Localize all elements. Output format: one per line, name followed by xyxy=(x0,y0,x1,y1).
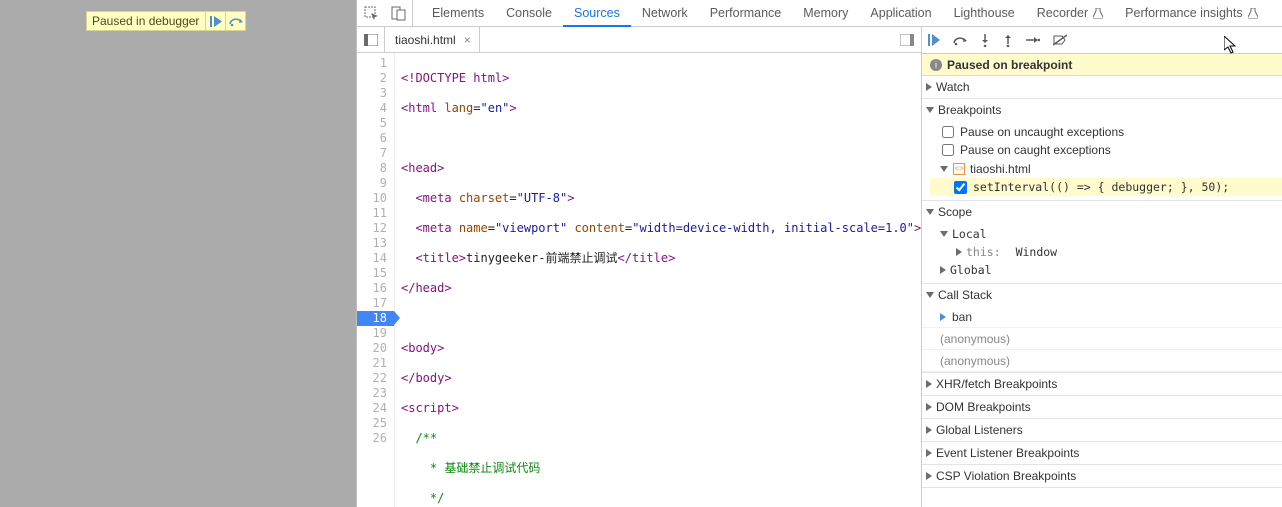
callstack-frame-2[interactable]: (anonymous) xyxy=(922,350,1282,372)
section-xhr[interactable]: XHR/fetch Breakpoints xyxy=(922,373,1282,395)
paused-banner-text: Paused on breakpoint xyxy=(947,58,1072,72)
bp-file-row[interactable]: <>tiaoshi.html xyxy=(930,159,1282,178)
tab-performance[interactable]: Performance xyxy=(699,0,793,26)
callstack-frame-1[interactable]: (anonymous) xyxy=(922,328,1282,350)
file-tab-label: tiaoshi.html xyxy=(395,33,456,47)
paused-banner: i Paused on breakpoint xyxy=(922,54,1282,76)
info-icon: i xyxy=(930,59,942,71)
tab-recorder[interactable]: Recorder xyxy=(1026,0,1114,26)
file-tabbar: tiaoshi.html × xyxy=(357,27,921,53)
paused-in-debugger-overlay: Paused in debugger xyxy=(86,11,246,31)
pause-caught-checkbox[interactable]: Pause on caught exceptions xyxy=(930,141,1282,159)
inspect-element-icon[interactable] xyxy=(357,0,385,26)
navigator-toggle-icon[interactable] xyxy=(357,27,385,52)
debugger-side-panel: i Paused on breakpoint Watch Breakpoints… xyxy=(922,27,1282,507)
code-lines[interactable]: <!DOCTYPE html> <html lang="en"> <head> … xyxy=(395,53,921,507)
scope-local[interactable]: Local xyxy=(922,225,1282,243)
section-global-listeners[interactable]: Global Listeners xyxy=(922,419,1282,441)
section-event-listener[interactable]: Event Listener Breakpoints xyxy=(922,442,1282,464)
debugger-toolbar xyxy=(922,27,1282,54)
callstack-frame-0[interactable]: ban xyxy=(922,306,1282,328)
tab-application[interactable]: Application xyxy=(859,0,942,26)
devtools-main: tiaoshi.html × 1234567891011121314151617… xyxy=(357,27,1282,507)
file-tab-tiaoshi[interactable]: tiaoshi.html × xyxy=(385,27,480,52)
devtools-panel: Elements Console Sources Network Perform… xyxy=(356,0,1282,507)
section-breakpoints[interactable]: Breakpoints xyxy=(922,99,1282,121)
line-gutter[interactable]: 1234567891011121314151617181920212223242… xyxy=(357,53,395,507)
tab-console[interactable]: Console xyxy=(495,0,563,26)
flask-icon xyxy=(1093,8,1103,19)
scope-this[interactable]: this: Window xyxy=(922,243,1282,261)
step-over-icon[interactable] xyxy=(953,34,967,46)
rendered-page-pane: Paused in debugger xyxy=(0,0,356,507)
devtools-tabbar: Elements Console Sources Network Perform… xyxy=(357,0,1282,27)
section-csp[interactable]: CSP Violation Breakpoints xyxy=(922,465,1282,487)
step-into-icon[interactable] xyxy=(980,34,990,47)
resume-script-icon[interactable] xyxy=(928,34,940,46)
scope-global[interactable]: Global xyxy=(922,261,1282,279)
step-out-icon[interactable] xyxy=(1003,34,1013,47)
close-icon[interactable]: × xyxy=(464,33,471,47)
section-scope[interactable]: Scope xyxy=(922,201,1282,223)
device-toolbar-icon[interactable] xyxy=(385,0,413,26)
flask-icon xyxy=(1248,8,1258,19)
deactivate-breakpoints-icon[interactable] xyxy=(1053,34,1067,46)
tab-memory[interactable]: Memory xyxy=(792,0,859,26)
sources-editor-panel: tiaoshi.html × 1234567891011121314151617… xyxy=(357,27,922,507)
tab-lighthouse[interactable]: Lighthouse xyxy=(943,0,1026,26)
more-editor-options-icon[interactable] xyxy=(893,27,921,52)
tab-sources[interactable]: Sources xyxy=(563,0,631,27)
step-over-button-overlay[interactable] xyxy=(225,12,245,30)
pause-uncaught-checkbox[interactable]: Pause on uncaught exceptions xyxy=(930,123,1282,141)
resume-button[interactable] xyxy=(205,12,225,30)
bp-line-row[interactable]: setInterval(() => { debugger; }, 50); xyxy=(930,178,1282,196)
html-file-icon: <> xyxy=(953,163,965,175)
tab-network[interactable]: Network xyxy=(631,0,699,26)
section-dom[interactable]: DOM Breakpoints xyxy=(922,396,1282,418)
step-icon[interactable] xyxy=(1026,35,1040,45)
section-watch[interactable]: Watch xyxy=(922,76,1282,98)
code-editor[interactable]: 1234567891011121314151617181920212223242… xyxy=(357,53,921,507)
section-callstack[interactable]: Call Stack xyxy=(922,284,1282,306)
bp-line-checkbox[interactable] xyxy=(954,181,967,194)
pause-message: Paused in debugger xyxy=(87,14,205,28)
tab-elements[interactable]: Elements xyxy=(421,0,495,26)
tab-performance-insights[interactable]: Performance insights xyxy=(1114,0,1268,26)
